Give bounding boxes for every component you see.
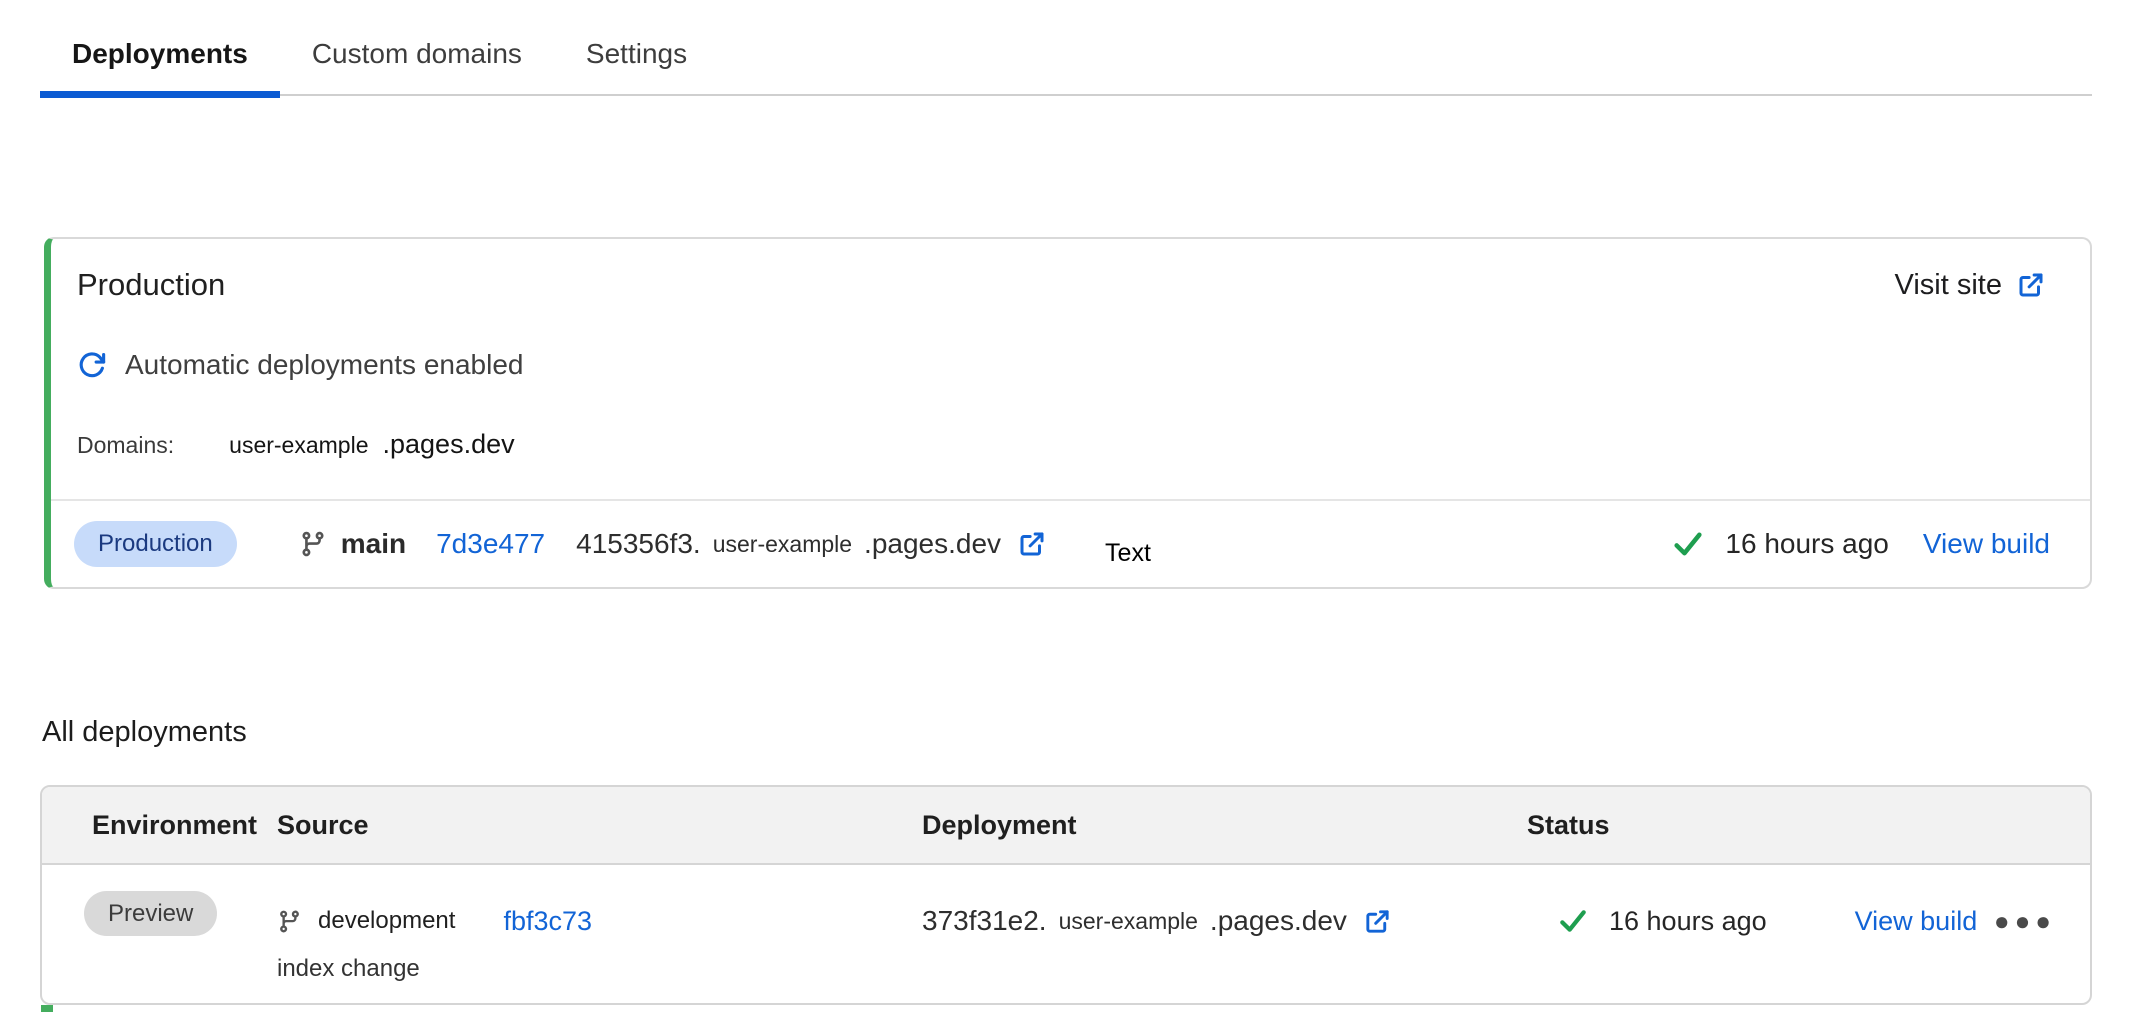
commit-link[interactable]: fbf3c73: [503, 906, 592, 937]
deployment-url: 373f31e2. user-example .pages.dev: [922, 905, 1392, 937]
deployment-url-name: user-example: [1059, 908, 1198, 935]
check-icon: [1557, 905, 1589, 937]
visit-site-link[interactable]: Visit site: [1895, 269, 2046, 302]
column-header-source: Source: [277, 810, 922, 841]
tab-deployments-label: Deployments: [72, 38, 248, 69]
git-branch-icon: [299, 530, 327, 558]
domains-row: Domains: user-example .pages.dev: [77, 429, 2090, 460]
branch-name: development: [318, 907, 455, 935]
tab-bar: Deployments Custom domains Settings: [40, 20, 2092, 96]
tab-deployments[interactable]: Deployments: [40, 20, 280, 94]
deployment-cell: 373f31e2. user-example .pages.dev: [922, 897, 1527, 945]
production-deployment-row: Production main 7d3e477 415356f3. user-e…: [51, 499, 2090, 587]
production-card-title: Production: [77, 267, 225, 303]
environment-cell: Preview: [42, 897, 277, 928]
column-header-status: Status: [1527, 810, 2090, 841]
environment-badge: Production: [74, 521, 237, 567]
column-header-environment: Environment: [42, 810, 277, 841]
deployment-url-suffix: .pages.dev: [1210, 905, 1347, 937]
deployment-url-suffix: .pages.dev: [864, 528, 1001, 560]
all-deployments-title: All deployments: [42, 716, 247, 749]
deployment-url-prefix: 373f31e2.: [922, 905, 1047, 937]
status-cell: 16 hours ago View build ●●●: [1527, 897, 2090, 945]
deployment-time: 16 hours ago: [1609, 906, 1767, 937]
git-branch-icon: [277, 909, 302, 934]
more-options-icon[interactable]: ●●●: [1994, 908, 2056, 934]
check-icon: [1671, 527, 1705, 561]
next-row-accent-bar: [41, 1005, 53, 1012]
refresh-icon: [77, 350, 107, 380]
tab-settings-label: Settings: [586, 38, 687, 69]
commit-link[interactable]: 7d3e477: [436, 528, 545, 560]
branch-name: main: [341, 528, 406, 560]
tab-settings[interactable]: Settings: [554, 20, 719, 94]
tab-custom-domains-label: Custom domains: [312, 38, 522, 69]
deployment-status: 16 hours ago View build: [1671, 527, 2050, 561]
table-row: Preview development fbf3c73 index change: [42, 865, 2090, 983]
domains-label: Domains:: [77, 432, 174, 459]
deployment-url-prefix: 415356f3.: [576, 528, 701, 560]
table-header-row: Environment Source Deployment Status: [42, 787, 2090, 865]
external-link-icon: [2016, 270, 2046, 300]
view-build-link[interactable]: View build: [1923, 528, 2050, 560]
domain-suffix: .pages.dev: [383, 429, 515, 460]
domain-value: user-example .pages.dev: [229, 429, 514, 460]
external-link-icon[interactable]: [1363, 907, 1392, 936]
deployment-time: 16 hours ago: [1725, 528, 1888, 560]
auto-deployments-status: Automatic deployments enabled: [77, 349, 2090, 381]
external-link-icon[interactable]: [1017, 529, 1047, 559]
production-card: Production Visit site Automatic deployme…: [44, 237, 2092, 589]
production-card-header: Production Visit site: [51, 239, 2090, 303]
commit-message: index change: [277, 955, 922, 983]
tab-custom-domains[interactable]: Custom domains: [280, 20, 554, 94]
domain-name: user-example: [229, 432, 368, 459]
source-branch: main: [299, 528, 406, 560]
auto-deployments-label: Automatic deployments enabled: [125, 349, 523, 381]
source-branch: development: [277, 907, 455, 935]
visit-site-label: Visit site: [1895, 269, 2002, 302]
view-build-link[interactable]: View build: [1855, 906, 1978, 937]
text-annotation: Text: [1105, 539, 1151, 568]
source-cell: development fbf3c73 index change: [277, 897, 922, 983]
all-deployments-table: Environment Source Deployment Status Pre…: [40, 785, 2092, 1005]
environment-badge: Preview: [84, 891, 217, 936]
deployment-url: 415356f3. user-example .pages.dev: [576, 528, 1047, 560]
column-header-deployment: Deployment: [922, 810, 1527, 841]
deployment-url-name: user-example: [713, 531, 852, 558]
